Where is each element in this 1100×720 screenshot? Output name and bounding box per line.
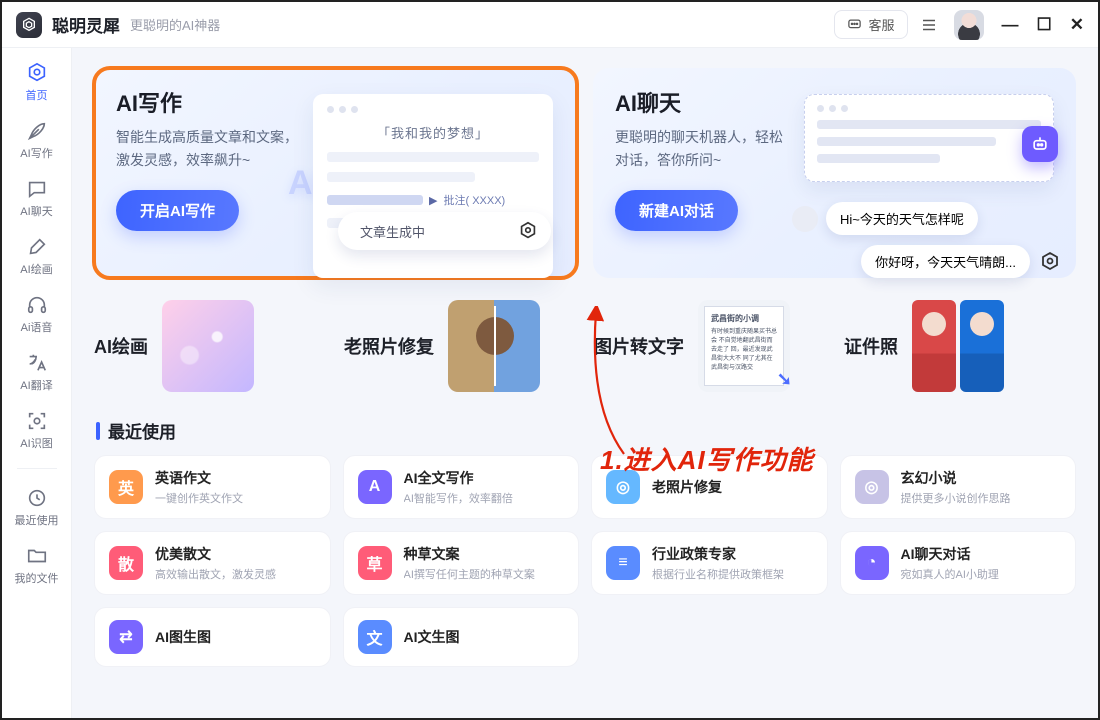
window-minimize-button[interactable]: — (1002, 15, 1019, 35)
card-subtitle: 宛如真人的AI小助理 (901, 566, 999, 582)
recent-card[interactable]: ◎ 玄幻小说提供更多小说创作思路 (840, 455, 1077, 519)
hex-logo-icon (517, 220, 539, 242)
card-subtitle: AI智能写作，效率翻倍 (404, 490, 513, 506)
card-icon: ⇄ (109, 620, 143, 654)
sidebar-item-writing[interactable]: AI写作 (11, 114, 63, 166)
recent-card[interactable]: 文 AI文生图 (343, 607, 580, 667)
window-maximize-button[interactable]: ☐ (1037, 15, 1052, 35)
app-tagline: 更聪明的AI神器 (130, 15, 220, 34)
recent-card[interactable]: ◎ 老照片修复 (591, 455, 828, 519)
generating-chip: 文章生成中 (338, 212, 551, 250)
sidebar-item-chat[interactable]: AI聊天 (11, 172, 63, 224)
sidebar-item-ocr[interactable]: AI识图 (11, 404, 63, 456)
hex-logo-icon (1038, 250, 1062, 274)
chat-icon (26, 178, 48, 200)
sidebar-item-recent[interactable]: 最近使用 (11, 481, 63, 533)
start-writing-button[interactable]: 开启AI写作 (116, 190, 239, 231)
card-title: 老照片修复 (652, 477, 722, 497)
card-title: AI聊天对话 (901, 544, 999, 564)
feather-icon (26, 120, 48, 142)
tile-ai-draw[interactable]: AI绘画 (94, 300, 326, 392)
recent-card[interactable]: ≡ 行业政策专家根据行业名称提供政策框架 (591, 531, 828, 595)
hero-chat-desc: 更聪明的聊天机器人，轻松 对话，答你所问~ (615, 126, 815, 172)
card-icon: 文 (358, 620, 392, 654)
card-subtitle: AI撰写任何主题的种草文案 (404, 566, 535, 582)
card-title: AI全文写作 (404, 468, 513, 488)
sidebar-item-files[interactable]: 我的文件 (11, 539, 63, 591)
home-hex-icon (26, 62, 48, 84)
card-icon: ◔ (855, 546, 889, 580)
hero-write-desc: 智能生成高质量文章和文案， 激发灵感，效率飙升~ (116, 126, 316, 172)
sidebar: 首页 AI写作 AI聊天 AI绘画 Ai语音 AI翻译 AI识图 最 (2, 48, 72, 718)
app-logo (16, 12, 42, 38)
card-icon: ◎ (855, 470, 889, 504)
new-chat-button[interactable]: 新建AI对话 (615, 190, 738, 231)
sidebar-item-draw[interactable]: AI绘画 (11, 230, 63, 282)
recent-card[interactable]: 散优美散文高效输出散文，激发灵感 (94, 531, 331, 595)
user-avatar[interactable] (954, 10, 984, 40)
card-subtitle: 一键创作英文作文 (155, 490, 243, 506)
thumbnail-ai-draw (162, 300, 254, 392)
card-icon: A (358, 470, 392, 504)
card-subtitle: 高效输出散文，激发灵感 (155, 566, 276, 582)
translate-icon (26, 352, 48, 374)
hamburger-menu-button[interactable] (914, 10, 944, 40)
card-title: 优美散文 (155, 544, 276, 564)
customer-service-button[interactable]: 客服 (834, 10, 907, 39)
scan-icon (26, 410, 48, 432)
main-content: AI写作 智能生成高质量文章和文案， 激发灵感，效率飙升~ 开启AI写作 AI … (72, 48, 1098, 718)
titlebar: 聪明灵犀 更聪明的AI神器 客服 — ☐ ✕ (2, 2, 1098, 48)
app-name: 聪明灵犀 (52, 12, 120, 37)
card-title: AI文生图 (404, 627, 460, 647)
tile-img-to-text[interactable]: 图片转文字 武昌街的小调有时候到重庆随果买书总会 不自觉地翻武昌街而去走了 回，… (594, 300, 826, 392)
sidebar-item-translate[interactable]: AI翻译 (11, 346, 63, 398)
hero-ai-writing[interactable]: AI写作 智能生成高质量文章和文案， 激发灵感，效率飙升~ 开启AI写作 AI … (94, 68, 577, 278)
thumbnail-id-photo (912, 300, 1004, 392)
headphones-icon (26, 294, 48, 316)
sidebar-item-home[interactable]: 首页 (11, 56, 63, 108)
hero-chat-title: AI聊天 (615, 86, 815, 118)
card-icon: 英 (109, 470, 143, 504)
hero-write-title: AI写作 (116, 86, 316, 118)
thumbnail-photo-restore (448, 300, 540, 392)
sidebar-item-voice[interactable]: Ai语音 (11, 288, 63, 340)
clock-icon (26, 487, 48, 509)
recent-card[interactable]: 英英语作文一键创作英文作文 (94, 455, 331, 519)
brush-icon (26, 236, 48, 258)
tile-photo-restore[interactable]: 老照片修复 (344, 300, 576, 392)
recent-card[interactable]: A AI全文写作 AI智能写作，效率翻倍 (343, 455, 580, 519)
recent-card[interactable]: ◔ AI聊天对话宛如真人的AI小助理 (840, 531, 1077, 595)
card-icon: 草 (358, 546, 392, 580)
user-avatar-icon (792, 206, 818, 232)
card-icon: ≡ (606, 546, 640, 580)
chat-preview-panel: Hi~今天的天气怎样呢 你好呀，今天天气晴朗... (804, 94, 1054, 278)
card-title: 种草文案 (404, 544, 535, 564)
folder-icon (26, 545, 48, 567)
card-title: 玄幻小说 (901, 468, 1011, 488)
card-title: 英语作文 (155, 468, 243, 488)
tile-id-photo[interactable]: 证件照 (844, 300, 1076, 392)
card-subtitle: 根据行业名称提供政策框架 (652, 566, 784, 582)
recent-grid: 英英语作文一键创作英文作文 A AI全文写作 AI智能写作，效率翻倍 ◎ 老照片修复 ◎ 玄幻… (94, 455, 1076, 667)
hero-ai-chat[interactable]: AI聊天 更聪明的聊天机器人，轻松 对话，答你所问~ 新建AI对话 (593, 68, 1076, 278)
card-icon: 散 (109, 546, 143, 580)
card-title: AI图生图 (155, 627, 211, 647)
window-close-button[interactable]: ✕ (1070, 15, 1084, 35)
card-subtitle: 提供更多小说创作思路 (901, 490, 1011, 506)
card-title: 行业政策专家 (652, 544, 784, 564)
bot-avatar-icon (1022, 126, 1058, 162)
chat-bubble-icon (847, 17, 862, 32)
writing-preview-panel: 「我和我的梦想」 ▶批注( XXXX) (313, 94, 553, 278)
thumbnail-ocr: 武昌街的小调有时候到重庆随果买书总会 不自觉地翻武昌街而去走了 回，最近发现武昌… (698, 300, 790, 392)
recent-section-title: 最近使用 (96, 418, 1076, 443)
card-icon: ◎ (606, 470, 640, 504)
recent-card[interactable]: 草种草文案 AI撰写任何主题的种草文案 (343, 531, 580, 595)
recent-card[interactable]: ⇄ AI图生图 (94, 607, 331, 667)
